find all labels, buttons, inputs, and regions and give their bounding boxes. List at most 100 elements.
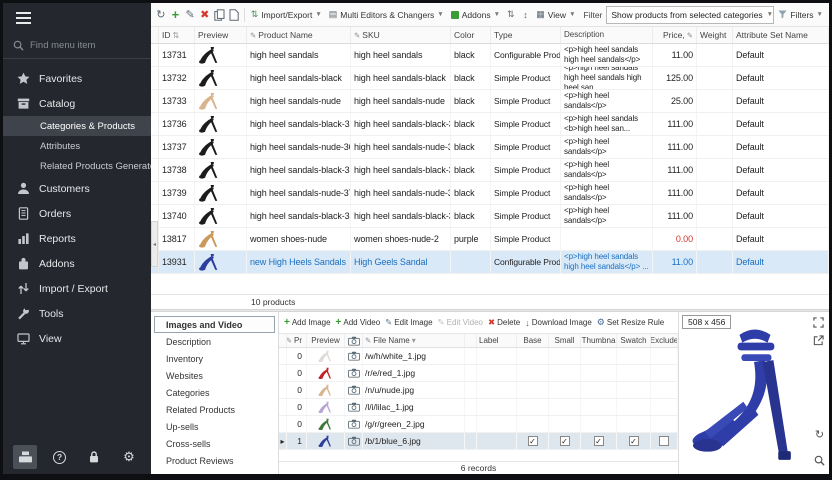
- column-header-priority[interactable]: ✎ Pr: [287, 334, 307, 347]
- sidebar-item-view[interactable]: View: [3, 326, 151, 351]
- image-row[interactable]: 0 /n/u/nude.jpg: [279, 382, 678, 399]
- product-row[interactable]: 13737 high heel sandals-nude-36 high hee…: [151, 136, 829, 159]
- image-row[interactable]: 0 /w/h/white_1.jpg: [279, 348, 678, 365]
- row-marker: [279, 365, 287, 381]
- column-header-price[interactable]: Price, ✎: [653, 27, 697, 43]
- cell-label: [477, 399, 517, 415]
- detail-tab[interactable]: Related Products: [154, 401, 275, 418]
- thumbnail-checkbox[interactable]: [594, 436, 604, 446]
- copy-button[interactable]: [213, 6, 227, 23]
- column-header-thumbnail[interactable]: Thumbna: [581, 334, 617, 347]
- add-product-button[interactable]: +: [169, 6, 183, 23]
- add-image-button[interactable]: + Add Image: [284, 317, 331, 328]
- image-row[interactable]: 0 /l/i/lilac_1.jpg: [279, 399, 678, 416]
- set-resize-rule-button[interactable]: ⚙ Set Resize Rule: [597, 317, 664, 328]
- help-button[interactable]: ?: [48, 445, 72, 469]
- product-row[interactable]: 13731 high heel sandals high heel sandal…: [151, 44, 829, 67]
- detail-tab[interactable]: Images and Video: [154, 316, 275, 333]
- sidebar-item-tools[interactable]: Tools: [3, 301, 151, 326]
- edit-video-button[interactable]: ✎ Edit Video: [438, 317, 483, 328]
- column-header-flag[interactable]: [465, 334, 477, 347]
- sidebar-item-import-export[interactable]: Import / Export: [3, 276, 151, 301]
- column-header-id[interactable]: ID ⇅: [159, 27, 195, 43]
- image-row[interactable]: 1 /b/1/blue_6.jpg: [279, 433, 678, 450]
- product-row[interactable]: 13740 high heel sandals-black-38 high he…: [151, 205, 829, 228]
- detail-tab[interactable]: Cross-sells: [154, 435, 275, 452]
- store-button[interactable]: [13, 445, 37, 469]
- edit-product-button[interactable]: ✎: [183, 6, 197, 23]
- menu-search-input[interactable]: [30, 40, 130, 51]
- detail-tab[interactable]: Product Reviews: [154, 452, 275, 469]
- sidebar-item-catalog[interactable]: Catalog: [3, 91, 151, 116]
- refresh-button[interactable]: ↻: [154, 6, 168, 23]
- column-header-product-name[interactable]: ✎ Product Name: [247, 27, 351, 43]
- sidebar-item-categories-products[interactable]: Categories & Products: [3, 116, 151, 136]
- detail-tab[interactable]: Description: [154, 333, 275, 350]
- sidebar-item-reports[interactable]: Reports: [3, 226, 151, 251]
- column-header-base[interactable]: Base: [517, 334, 549, 347]
- settings-button[interactable]: ⚙: [117, 445, 141, 469]
- column-header-label[interactable]: Label: [477, 334, 517, 347]
- collapse-panel-handle[interactable]: ◂: [151, 221, 158, 267]
- image-thumbnail: [318, 350, 334, 363]
- product-row[interactable]: 13931 new High Heels Sandals High Geels …: [151, 251, 829, 274]
- filters-menu[interactable]: Filters ▼: [775, 6, 826, 24]
- product-row[interactable]: 13738 high heel sandals-black-37 high he…: [151, 159, 829, 182]
- product-row[interactable]: 13732 high heel sandals-black high heel …: [151, 67, 829, 90]
- column-header-preview[interactable]: Preview: [307, 334, 345, 347]
- delete-image-button[interactable]: ✖ Delete: [488, 317, 520, 328]
- zoom-preview-button[interactable]: [812, 453, 827, 468]
- column-header-preview[interactable]: Preview: [195, 27, 247, 43]
- sidebar-item-related-products-generator[interactable]: Related Products Generator: [3, 156, 151, 176]
- cell-priority: 1: [287, 433, 307, 449]
- download-image-button[interactable]: ↓ Download Image: [525, 318, 592, 328]
- column-header-weight[interactable]: Weight: [697, 27, 733, 43]
- product-row[interactable]: 13733 high heel sandals-nude high heel s…: [151, 90, 829, 113]
- product-row[interactable]: 13817 women shoes-nude women shoes-nude-…: [151, 228, 829, 251]
- add-video-button[interactable]: + Add Video: [336, 317, 381, 328]
- view-menu[interactable]: ▦ View ▼: [533, 6, 578, 24]
- detail-tab[interactable]: Inventory: [154, 350, 275, 367]
- sidebar-item-orders[interactable]: Orders: [3, 201, 151, 226]
- column-header-description[interactable]: Description: [561, 27, 653, 43]
- detail-tab[interactable]: Categories: [154, 384, 275, 401]
- menu-toggle-button[interactable]: [3, 3, 151, 33]
- multi-editors-menu[interactable]: ▤ Multi Editors & Changers ▼: [326, 6, 447, 24]
- sidebar-item-attributes[interactable]: Attributes: [3, 136, 151, 156]
- edit-image-button[interactable]: ✎ Edit Image: [385, 317, 432, 328]
- column-header-attribute-set[interactable]: Attribute Set Name: [733, 27, 829, 43]
- filter-select[interactable]: Show products from selected categories ▼: [606, 6, 774, 24]
- swatch-checkbox[interactable]: [629, 436, 639, 446]
- addons-menu[interactable]: Addons ▼: [448, 6, 503, 24]
- column-header-color[interactable]: Color: [451, 27, 491, 43]
- product-row[interactable]: 13736 high heel sandals-black-36 high he…: [151, 113, 829, 136]
- product-row[interactable]: 13739 high heel sandals-nude-37 high hee…: [151, 182, 829, 205]
- column-header-type[interactable]: Type: [491, 27, 561, 43]
- column-header-small[interactable]: Small: [549, 334, 581, 347]
- duplicate-button[interactable]: [227, 6, 241, 23]
- open-external-button[interactable]: [811, 333, 826, 348]
- base-checkbox[interactable]: [528, 436, 538, 446]
- column-header-swatch[interactable]: Swatch: [617, 334, 651, 347]
- detail-tab[interactable]: Websites: [154, 367, 275, 384]
- column-header-camera[interactable]: [345, 334, 363, 347]
- delete-product-button[interactable]: ✖: [198, 6, 212, 23]
- sidebar-item-favorites[interactable]: Favorites: [3, 66, 151, 91]
- column-header-file-name[interactable]: ✎ File Name ▾: [363, 334, 465, 347]
- expand-rows-button[interactable]: ↕: [519, 6, 533, 23]
- product-thumbnail: [198, 161, 222, 180]
- column-header-sku[interactable]: ✎ SKU: [351, 27, 451, 43]
- refresh-preview-button[interactable]: ↻: [812, 427, 827, 442]
- detail-tab[interactable]: Up-sells: [154, 418, 275, 435]
- small-checkbox[interactable]: [560, 436, 570, 446]
- sidebar-item-addons[interactable]: Addons: [3, 251, 151, 276]
- lock-button[interactable]: [82, 445, 106, 469]
- sidebar-item-customers[interactable]: Customers: [3, 176, 151, 201]
- exclude-checkbox[interactable]: [659, 436, 669, 446]
- sort-asc-button[interactable]: ⇅: [504, 6, 518, 23]
- import-export-menu[interactable]: ⇅ Import/Export ▼: [248, 6, 325, 24]
- image-row[interactable]: 0 /g/r/green_2.jpg: [279, 416, 678, 433]
- fullscreen-button[interactable]: [811, 315, 826, 330]
- column-header-exclude[interactable]: Exclude: [651, 334, 678, 347]
- image-row[interactable]: 0 /r/e/red_1.jpg: [279, 365, 678, 382]
